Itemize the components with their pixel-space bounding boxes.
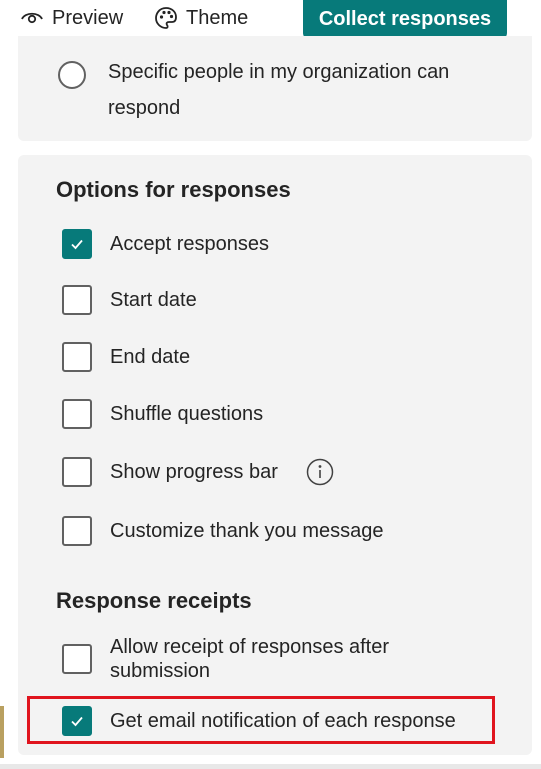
option-label: Accept responses [110,232,269,255]
bottom-divider [0,764,541,769]
option-label: Customize thank you message [110,519,384,542]
checkbox[interactable] [62,342,92,372]
option-allow-receipt[interactable]: Allow receipt of responses after submiss… [62,635,470,683]
option-start-date[interactable]: Start date [62,285,197,315]
theme-button[interactable]: Theme [152,0,248,36]
checkbox[interactable] [62,285,92,315]
palette-icon [152,4,180,32]
radio-button[interactable] [58,61,86,89]
option-end-date[interactable]: End date [62,342,190,372]
checkmark-icon [71,239,83,250]
checkbox[interactable] [62,457,92,487]
eye-icon [18,4,46,32]
checkbox-checked[interactable] [62,229,92,259]
response-options-panel: Options for responses Accept responses S… [18,155,532,755]
option-label: Allow receipt of responses after submiss… [110,636,390,682]
option-label: Show progress bar [110,460,278,483]
collect-responses-button[interactable]: Collect responses [303,0,507,39]
checkbox[interactable] [62,644,92,674]
options-section-title: Options for responses [56,177,291,202]
checkbox[interactable] [62,516,92,546]
checkbox[interactable] [62,399,92,429]
preview-label: Preview [52,6,124,29]
option-label: Start date [110,288,197,311]
option-label: End date [110,345,191,368]
preview-button[interactable]: Preview [18,0,123,36]
option-label: Shuffle questions [110,402,264,425]
specific-people-label: Specific people in my organization can r… [108,61,450,119]
option-shuffle-questions[interactable]: Shuffle questions [62,399,263,429]
option-customize-thank-you[interactable]: Customize thank you message [62,516,383,546]
option-show-progress-bar[interactable]: Show progress bar [62,457,334,487]
info-icon[interactable] [306,458,334,486]
edge-sliver [0,706,4,758]
highlight-annotation [27,696,495,744]
theme-label: Theme [186,6,249,29]
receipts-section-title: Response receipts [56,588,252,613]
audience-panel: Specific people in my organization can r… [18,36,532,141]
specific-people-option[interactable]: Specific people in my organization can r… [58,54,488,126]
option-accept-responses[interactable]: Accept responses [62,229,269,259]
